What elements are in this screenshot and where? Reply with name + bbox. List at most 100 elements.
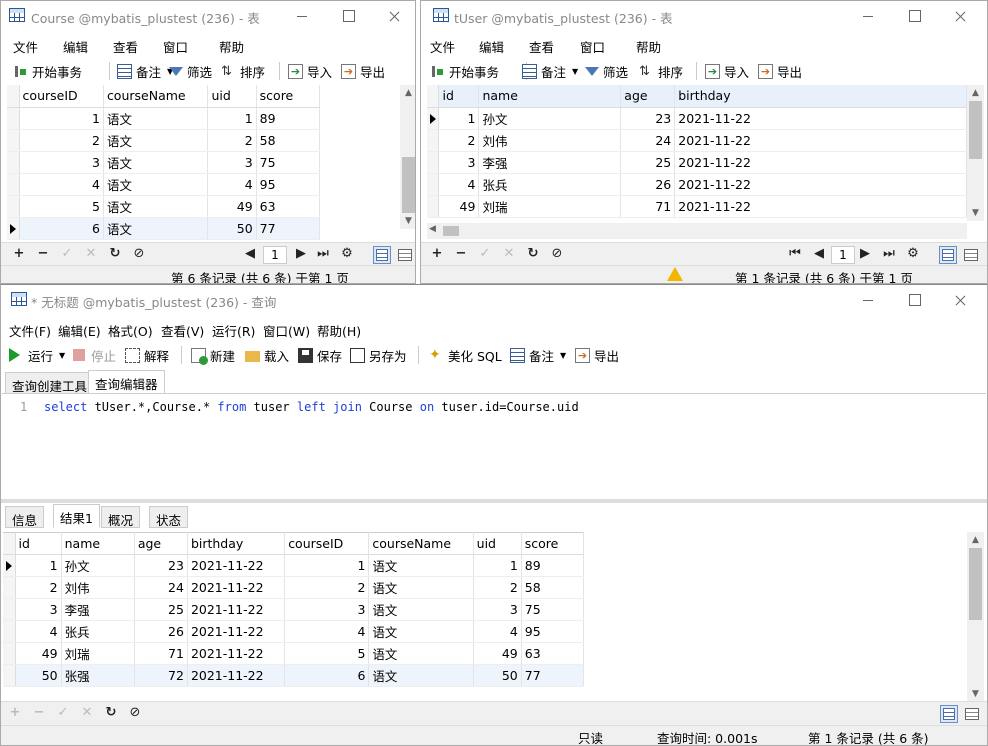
column-header[interactable]: name <box>478 85 622 108</box>
page-number-input[interactable]: 1 <box>831 246 855 264</box>
table-cell[interactable]: 4 <box>284 620 370 643</box>
minimize-button[interactable] <box>279 1 325 31</box>
row-indicator[interactable] <box>3 642 16 665</box>
table-cell[interactable]: 语文 <box>368 620 474 643</box>
course-grid[interactable]: courseID courseName uid score 1 语文 1 89 2 语文 2… <box>7 85 321 240</box>
export-button[interactable]: ➔ 导出 <box>575 346 619 364</box>
table-row[interactable]: 50 张强 72 2021-11-22 6 语文 50 77 <box>3 664 585 687</box>
stop-icon[interactable]: ⊘ <box>127 705 143 720</box>
last-page-icon[interactable]: ⏭ <box>315 246 331 261</box>
menu-file[interactable]: 文件 <box>13 37 38 56</box>
form-view-icon[interactable] <box>396 246 414 264</box>
table-cell[interactable]: 2021-11-22 <box>674 129 967 152</box>
table-cell[interactable]: 95 <box>256 173 321 196</box>
table-cell[interactable]: 71 <box>134 642 188 665</box>
table-cell[interactable]: 语文 <box>368 576 474 599</box>
table-cell[interactable]: 3 <box>438 151 480 174</box>
sort-button[interactable]: ⇅ 排序 <box>639 62 683 80</box>
table-cell[interactable]: 4 <box>473 620 522 643</box>
table-cell[interactable]: 2 <box>284 576 370 599</box>
row-indicator[interactable] <box>7 129 20 152</box>
menu-window[interactable]: 窗口(W) <box>263 321 310 340</box>
table-cell[interactable]: 2021-11-22 <box>674 151 967 174</box>
table-cell[interactable]: 4 <box>207 173 257 196</box>
table-cell[interactable]: 语文 <box>103 195 209 218</box>
column-header[interactable]: age <box>134 532 188 555</box>
table-cell[interactable]: 3 <box>473 598 522 621</box>
table-cell[interactable]: 1 <box>19 107 104 130</box>
table-cell[interactable]: 刘伟 <box>61 576 135 599</box>
menu-help[interactable]: 帮助 <box>636 37 661 56</box>
sql-editor[interactable]: 1 select tUser.*,Course.* from tuser lef… <box>2 393 986 499</box>
row-indicator[interactable] <box>3 598 16 621</box>
form-view-icon[interactable] <box>963 705 981 723</box>
run-button[interactable]: 运行 ▼ <box>9 346 65 364</box>
table-row[interactable]: 1 语文 1 89 <box>7 107 321 130</box>
minimize-button[interactable] <box>845 285 891 315</box>
table-cell[interactable]: 1 <box>207 107 257 130</box>
table-cell[interactable]: 89 <box>521 554 585 577</box>
row-indicator[interactable] <box>7 173 20 196</box>
table-cell[interactable]: 49 <box>207 195 257 218</box>
stop-icon[interactable]: ⊘ <box>549 246 565 261</box>
column-header[interactable]: courseName <box>368 532 474 555</box>
scrollbar-thumb[interactable] <box>969 548 982 620</box>
table-row[interactable]: 6 语文 50 77 <box>7 217 321 240</box>
column-header[interactable]: score <box>521 532 585 555</box>
settings-gear-icon[interactable]: ⚙ <box>339 246 355 261</box>
table-cell[interactable]: 李强 <box>478 151 622 174</box>
table-cell[interactable]: 刘伟 <box>478 129 622 152</box>
table-cell[interactable]: 63 <box>256 195 321 218</box>
tab-status[interactable]: 状态 <box>149 506 189 528</box>
table-cell[interactable]: 孙文 <box>61 554 135 577</box>
scroll-up-icon[interactable]: ▲ <box>400 85 415 101</box>
table-cell[interactable]: 李强 <box>61 598 135 621</box>
add-record-icon[interactable]: + <box>429 246 445 261</box>
column-header[interactable]: birthday <box>674 85 967 108</box>
scroll-up-icon[interactable]: ▲ <box>967 85 984 101</box>
table-cell[interactable]: 71 <box>620 195 676 218</box>
table-cell[interactable]: 3 <box>284 598 370 621</box>
row-indicator[interactable] <box>7 107 20 130</box>
table-row[interactable]: 3 语文 3 75 <box>7 151 321 174</box>
table-cell[interactable]: 49 <box>15 642 62 665</box>
maximize-button[interactable] <box>891 285 937 315</box>
explain-button[interactable]: 解释 <box>125 346 169 364</box>
table-cell[interactable]: 50 <box>207 217 257 240</box>
table-cell[interactable]: 3 <box>15 598 62 621</box>
tab-result-1[interactable]: 结果1 <box>53 504 100 528</box>
table-cell[interactable]: 2021-11-22 <box>187 554 286 577</box>
table-row[interactable]: 3 李强 25 2021-11-22 <box>427 151 967 174</box>
last-page-icon[interactable]: ⏭ <box>881 246 897 261</box>
scrollbar-thumb[interactable] <box>969 101 982 159</box>
table-row[interactable]: 4 张兵 26 2021-11-22 <box>427 173 967 196</box>
table-cell[interactable]: 77 <box>256 217 321 240</box>
table-cell[interactable]: 6 <box>284 664 370 687</box>
table-cell[interactable]: 1 <box>473 554 522 577</box>
table-cell[interactable]: 3 <box>19 151 104 174</box>
table-cell[interactable]: 语文 <box>103 151 209 174</box>
notes-button[interactable]: 备注 ▼ <box>117 62 173 80</box>
table-cell[interactable]: 2 <box>438 129 480 152</box>
table-cell[interactable]: 张强 <box>61 664 135 687</box>
column-header[interactable]: age <box>620 85 676 108</box>
menu-window[interactable]: 窗口 <box>580 37 605 56</box>
table-cell[interactable]: 49 <box>438 195 480 218</box>
table-cell[interactable]: 张兵 <box>61 620 135 643</box>
grid-view-icon[interactable] <box>940 705 958 723</box>
new-button[interactable]: 新建 <box>191 346 235 365</box>
results-divider[interactable] <box>1 499 987 503</box>
column-header[interactable]: uid <box>473 532 522 555</box>
table-cell[interactable]: 75 <box>256 151 321 174</box>
table-cell[interactable]: 1 <box>438 107 480 130</box>
result-grid[interactable]: id name age birthday courseID courseName… <box>3 532 585 687</box>
table-row[interactable]: 4 张兵 26 2021-11-22 4 语文 4 95 <box>3 620 585 643</box>
refresh-icon[interactable]: ↻ <box>107 246 123 261</box>
table-cell[interactable]: 2021-11-22 <box>187 642 286 665</box>
table-cell[interactable]: 语文 <box>103 129 209 152</box>
add-record-icon[interactable]: + <box>11 246 27 261</box>
table-row[interactable]: 2 语文 2 58 <box>7 129 321 152</box>
table-cell[interactable]: 5 <box>284 642 370 665</box>
table-cell[interactable]: 49 <box>473 642 522 665</box>
column-header[interactable]: birthday <box>187 532 286 555</box>
